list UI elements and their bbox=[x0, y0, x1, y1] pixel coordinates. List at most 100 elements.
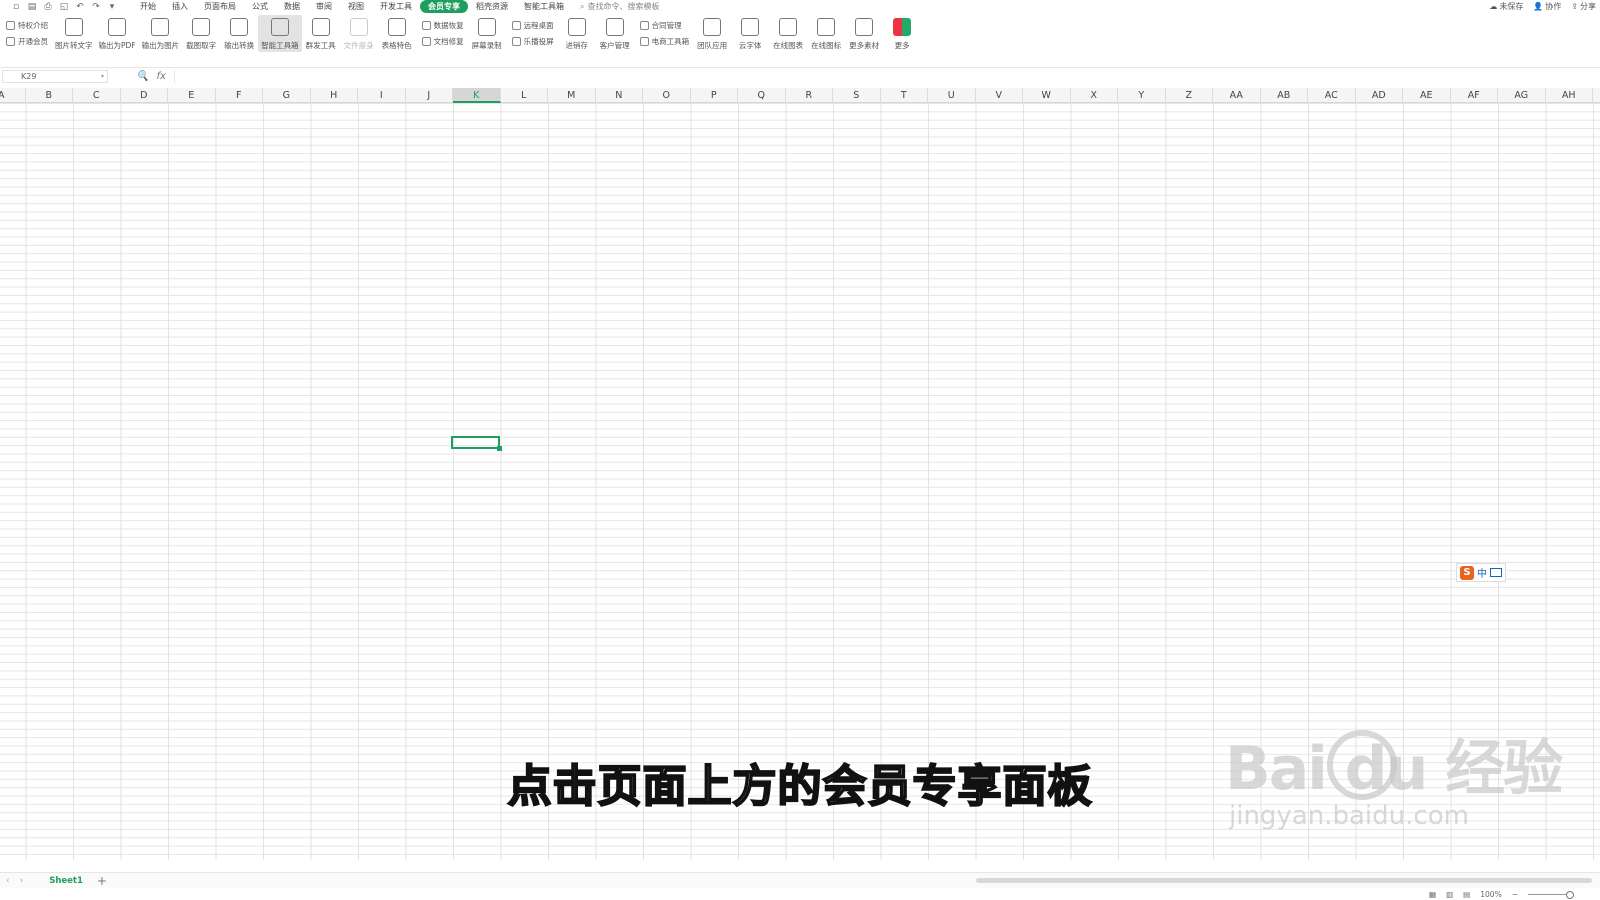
column-header-Y[interactable]: Y bbox=[1118, 88, 1166, 103]
tab-6[interactable]: 视图 bbox=[340, 0, 372, 13]
tab-7[interactable]: 开发工具 bbox=[372, 0, 420, 13]
ribbon-button[interactable]: 输出为图片 bbox=[139, 15, 183, 51]
column-header-X[interactable]: X bbox=[1071, 88, 1118, 103]
column-header-H[interactable]: H bbox=[311, 88, 358, 103]
collab-button[interactable]: 👤 协作 bbox=[1533, 1, 1561, 12]
column-header-S[interactable]: S bbox=[833, 88, 881, 103]
ribbon-small-button[interactable]: 数据恢复 bbox=[421, 20, 464, 31]
column-header-G[interactable]: G bbox=[263, 88, 311, 103]
command-search[interactable]: ⌕ 查找命令、搜索模板 bbox=[580, 1, 659, 12]
ribbon-button[interactable]: 智能工具箱 bbox=[258, 15, 302, 52]
zoom-out-icon[interactable]: − bbox=[1512, 890, 1518, 899]
column-header-Q[interactable]: Q bbox=[738, 88, 786, 103]
column-header-AE[interactable]: AE bbox=[1403, 88, 1451, 103]
ribbon-button[interactable]: 文件瘦身 bbox=[340, 15, 378, 51]
ribbon-small-button[interactable]: 乐播投屏 bbox=[511, 36, 554, 47]
tab-10[interactable]: 智能工具箱 bbox=[516, 0, 572, 13]
redo-icon[interactable]: ↷ bbox=[90, 1, 102, 13]
undo-icon[interactable]: ↶ bbox=[74, 1, 86, 13]
ribbon-button[interactable]: 表格特色 bbox=[378, 15, 416, 51]
template-icon[interactable]: ▤ bbox=[26, 1, 38, 13]
dropdown-icon[interactable]: ▾ bbox=[106, 1, 118, 13]
column-header-N[interactable]: N bbox=[596, 88, 643, 103]
ribbon-button[interactable]: 截图取字 bbox=[182, 15, 220, 51]
column-header-J[interactable]: J bbox=[406, 88, 453, 103]
column-header-AF[interactable]: AF bbox=[1451, 88, 1498, 103]
share-button[interactable]: ⇪ 分享 bbox=[1571, 1, 1596, 12]
zoom-formula-icon[interactable]: 🔍 bbox=[136, 71, 148, 82]
ribbon-small-button[interactable]: 合同管理 bbox=[639, 20, 690, 31]
ribbon-button[interactable]: 团队应用 bbox=[693, 15, 731, 51]
column-header-W[interactable]: W bbox=[1023, 88, 1071, 103]
sheet-tab[interactable]: Sheet1 bbox=[43, 876, 89, 886]
tab-0[interactable]: 开始 bbox=[132, 0, 164, 13]
fx-button[interactable]: fx bbox=[156, 71, 165, 82]
column-header-AC[interactable]: AC bbox=[1308, 88, 1356, 103]
ribbon-button[interactable]: 云字体 bbox=[731, 15, 769, 51]
next-sheet-icon[interactable]: › bbox=[20, 876, 24, 886]
unsaved-button[interactable]: ☁ 未保存 bbox=[1489, 1, 1523, 12]
ime-indicator[interactable]: S 中 bbox=[1456, 563, 1506, 582]
column-header-Z[interactable]: Z bbox=[1166, 88, 1213, 103]
column-header-A[interactable]: A bbox=[0, 88, 26, 103]
ribbon-button[interactable]: 在线图标 bbox=[807, 15, 845, 51]
active-cell[interactable] bbox=[451, 436, 502, 451]
prev-sheet-icon[interactable]: ‹ bbox=[6, 876, 10, 886]
column-header-D[interactable]: D bbox=[121, 88, 168, 103]
column-header-C[interactable]: C bbox=[73, 88, 121, 103]
column-header-AG[interactable]: AG bbox=[1498, 88, 1546, 103]
ribbon-button[interactable]: 在线图表 bbox=[769, 15, 807, 51]
column-header-P[interactable]: P bbox=[691, 88, 738, 103]
page-break-icon[interactable]: ▤ bbox=[1463, 890, 1470, 899]
tab-8[interactable]: 会员专享 bbox=[420, 0, 468, 13]
ribbon-button[interactable]: 输出转换 bbox=[220, 15, 258, 51]
column-header-AD[interactable]: AD bbox=[1356, 88, 1403, 103]
column-header-I[interactable]: I bbox=[358, 88, 406, 103]
zoom-slider[interactable] bbox=[1528, 891, 1574, 899]
column-header-U[interactable]: U bbox=[928, 88, 976, 103]
ribbon-small-button[interactable]: 远程桌面 bbox=[511, 20, 554, 31]
ribbon-button[interactable]: 群发工具 bbox=[302, 15, 340, 51]
ribbon-small-button[interactable]: 开通会员 bbox=[6, 36, 48, 47]
ribbon-button[interactable]: 图片转文字 bbox=[52, 15, 96, 51]
ribbon-small-button[interactable]: 电商工具箱 bbox=[639, 36, 689, 47]
ribbon-small-label: 文档修复 bbox=[433, 37, 464, 46]
ribbon-button[interactable]: 更多素材 bbox=[845, 15, 883, 51]
ribbon-button[interactable]: 更多 bbox=[883, 15, 921, 51]
column-header-B[interactable]: B bbox=[26, 88, 73, 103]
ribbon-button[interactable]: 客户管理 bbox=[596, 15, 634, 51]
zoom-level[interactable]: 100% bbox=[1480, 890, 1501, 899]
save-icon[interactable]: ▫ bbox=[10, 1, 22, 13]
tab-1[interactable]: 插入 bbox=[164, 0, 196, 13]
tab-3[interactable]: 公式 bbox=[244, 0, 276, 13]
ribbon-small-button[interactable]: 特权介绍 bbox=[6, 20, 48, 31]
column-header-K[interactable]: K bbox=[453, 88, 501, 103]
page-layout-icon[interactable]: ▥ bbox=[1446, 890, 1453, 899]
column-header-T[interactable]: T bbox=[881, 88, 928, 103]
name-box[interactable]: K29 ▾ bbox=[2, 70, 108, 83]
normal-view-icon[interactable]: ▦ bbox=[1429, 890, 1436, 899]
horizontal-scrollbar[interactable] bbox=[976, 878, 1592, 883]
column-header-V[interactable]: V bbox=[976, 88, 1023, 103]
tab-2[interactable]: 页面布局 bbox=[196, 0, 244, 13]
column-header-AB[interactable]: AB bbox=[1261, 88, 1308, 103]
tab-5[interactable]: 审阅 bbox=[308, 0, 340, 13]
ribbon-button[interactable]: 输出为PDF bbox=[96, 15, 139, 51]
tab-4[interactable]: 数据 bbox=[276, 0, 308, 13]
preview-icon[interactable]: ◱ bbox=[58, 1, 70, 13]
column-header-E[interactable]: E bbox=[168, 88, 216, 103]
column-header-M[interactable]: M bbox=[548, 88, 596, 103]
formula-input[interactable] bbox=[173, 70, 1600, 83]
add-sheet-button[interactable]: + bbox=[97, 874, 107, 888]
ribbon-small-button[interactable]: 文档修复 bbox=[421, 36, 464, 47]
column-header-AH[interactable]: AH bbox=[1546, 88, 1593, 103]
ribbon-button[interactable]: 屏幕录制 bbox=[468, 15, 506, 51]
tab-9[interactable]: 稻壳资源 bbox=[468, 0, 516, 13]
print-icon[interactable]: ⎙ bbox=[42, 1, 54, 13]
column-header-AA[interactable]: AA bbox=[1213, 88, 1261, 103]
column-header-R[interactable]: R bbox=[786, 88, 833, 103]
ribbon-button[interactable]: 进销存 bbox=[558, 15, 596, 51]
column-header-O[interactable]: O bbox=[643, 88, 691, 103]
column-header-F[interactable]: F bbox=[216, 88, 263, 103]
column-header-L[interactable]: L bbox=[501, 88, 548, 103]
